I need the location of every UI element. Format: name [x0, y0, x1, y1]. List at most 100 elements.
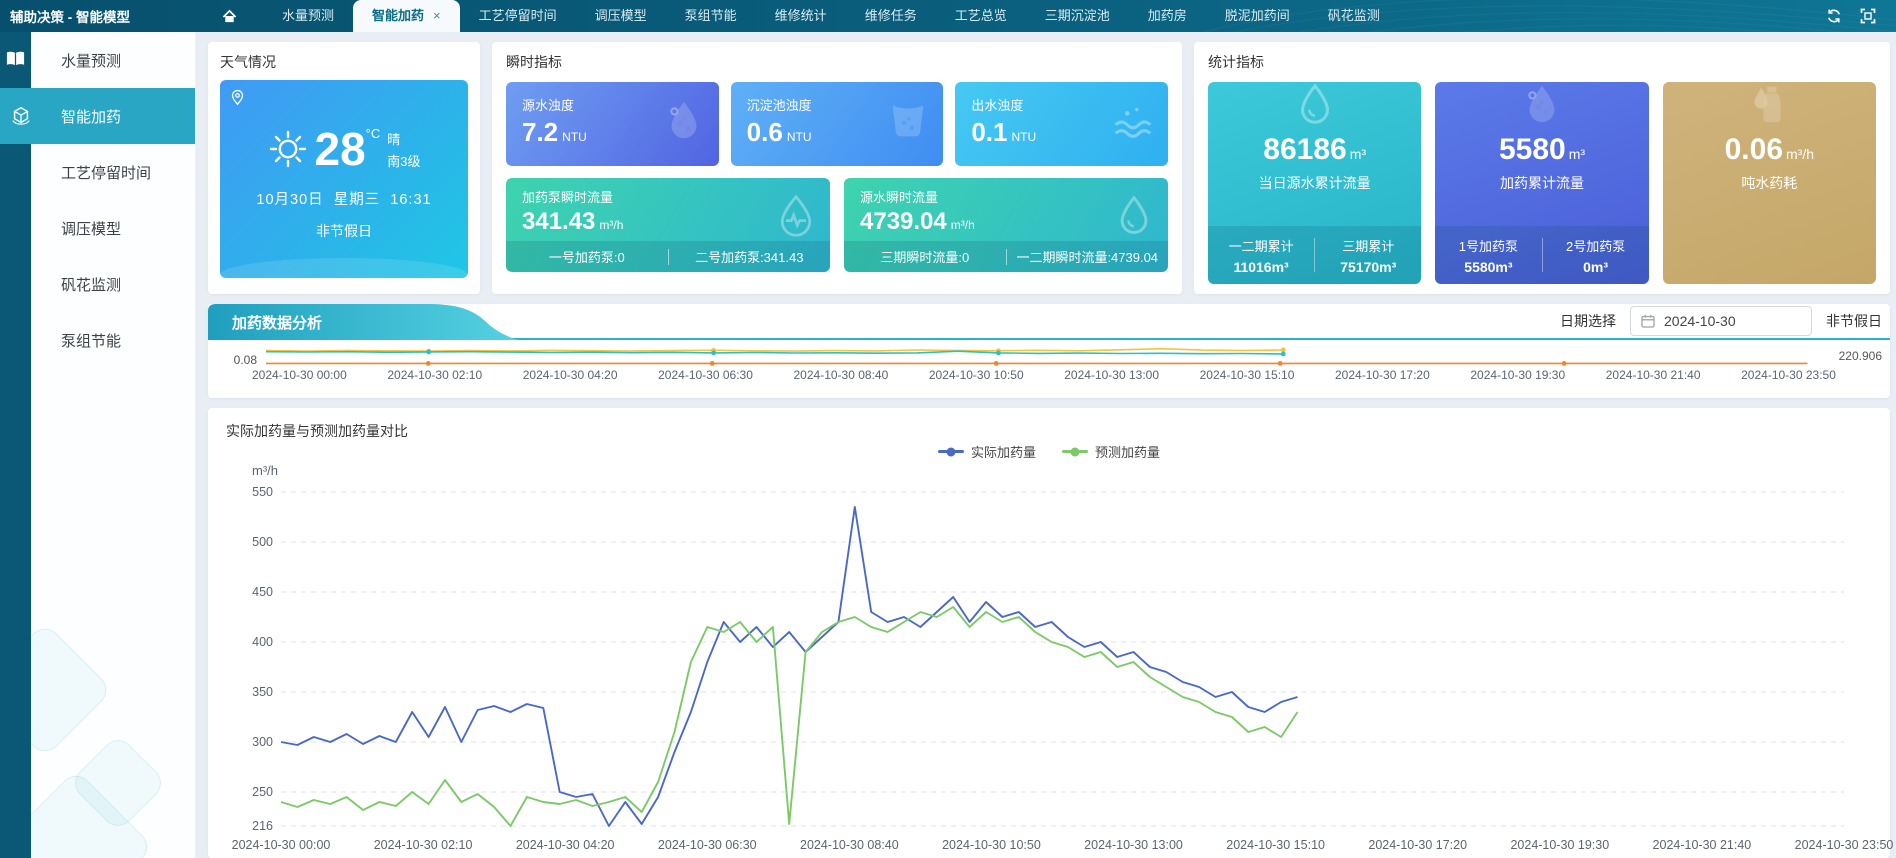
tab-维修统计[interactable]: 维修统计: [756, 0, 846, 32]
tab-调压模型[interactable]: 调压模型: [576, 0, 666, 32]
tab-label: 调压模型: [595, 8, 647, 23]
footer-right: 一二期瞬时流量:4739.04: [1007, 247, 1169, 266]
spark-chart: [262, 343, 1837, 367]
active-module-pill[interactable]: [0, 88, 42, 144]
stat-footer-col: 1号加药泵5580m³: [1435, 236, 1541, 275]
tab-工艺总览[interactable]: 工艺总览: [936, 0, 1026, 32]
flow-card-footer: 一号加药泵:0二号加药泵:341.43: [506, 241, 830, 272]
unit: m³/h: [951, 218, 975, 232]
pump-droplet-icon: [774, 194, 818, 243]
legend-item-实际加药量[interactable]: 实际加药量: [938, 442, 1036, 461]
sidebar-item-智能加药[interactable]: 智能加药: [31, 88, 195, 144]
sidebar-item-label: 智能加药: [61, 106, 121, 127]
footer-label: 2号加药泵: [1543, 236, 1649, 255]
comparison-x-tick: 2024-10-30 19:30: [1510, 838, 1609, 852]
weather-title: 天气情况: [220, 52, 468, 72]
home-button[interactable]: [196, 9, 263, 24]
flow-cards: 加药泵瞬时流量341.43m³/h一号加药泵:0二号加药泵:341.43源水瞬时…: [506, 178, 1168, 272]
tab-泵组节能[interactable]: 泵组节能: [666, 0, 756, 32]
comparison-x-tick: 2024-10-30 04:20: [516, 838, 615, 852]
stat-value: 0.06m³/h: [1663, 135, 1876, 165]
value: 86186: [1263, 133, 1346, 166]
svg-text:350: 350: [252, 685, 273, 699]
tab-三期沉淀池[interactable]: 三期沉淀池: [1026, 0, 1129, 32]
sidebar-item-工艺停留时间[interactable]: 工艺停留时间: [31, 144, 195, 200]
svg-text:300: 300: [252, 735, 273, 749]
tab-维修任务[interactable]: 维修任务: [846, 0, 936, 32]
unit: m³: [1350, 146, 1366, 162]
holiday-flag: 非节假日: [220, 221, 468, 241]
location-pin-icon: [230, 89, 245, 106]
book-icon[interactable]: [5, 50, 26, 68]
tab-close-icon[interactable]: ×: [433, 0, 441, 32]
sidebar-item-label: 工艺停留时间: [61, 162, 151, 183]
tab-label: 泵组节能: [685, 8, 737, 23]
tab-水量预测[interactable]: 水量预测: [263, 0, 353, 32]
tab-label: 维修统计: [775, 8, 827, 23]
svg-text:216: 216: [252, 819, 273, 833]
stat-value: 5580m³: [1435, 135, 1648, 165]
analysis-header: 加药数据分析 日期选择 2024-10-30 非节假日: [208, 304, 1890, 340]
sidebar-item-label: 调压模型: [61, 218, 121, 239]
sun-icon: [268, 129, 308, 169]
sidebar-item-调压模型[interactable]: 调压模型: [31, 200, 195, 256]
svg-text:500: 500: [252, 535, 273, 549]
legend-item-预测加药量[interactable]: 预测加药量: [1062, 442, 1160, 461]
flow-card-加药泵瞬时流量: 加药泵瞬时流量341.43m³/h一号加药泵:0二号加药泵:341.43: [506, 178, 830, 272]
footer-label: 一二期累计: [1208, 236, 1314, 255]
comparison-chart: 550500450400350300250216: [226, 480, 1872, 838]
spark-x-tick: 2024-10-30 10:50: [929, 368, 1024, 382]
sidebar-item-矾花监测[interactable]: 矾花监测: [31, 256, 195, 312]
comparison-x-tick: 2024-10-30 15:10: [1226, 838, 1325, 852]
stat-label: 当日源水累计流量: [1208, 173, 1421, 193]
turbidity-card-源水浊度: 源水浊度7.2NTU: [506, 82, 719, 166]
tab-label: 水量预测: [282, 8, 334, 23]
stat-label: 吨水药耗: [1663, 173, 1876, 193]
value: 0.06: [1725, 133, 1783, 166]
refresh-icon[interactable]: [1826, 8, 1842, 24]
comparison-chart-card: 实际加药量与预测加药量对比 实际加药量预测加药量 m³/h 5505004504…: [208, 408, 1890, 858]
home-icon: [222, 9, 237, 24]
tab-智能加药[interactable]: 智能加药×: [353, 0, 460, 32]
tab-矾花监测[interactable]: 矾花监测: [1309, 0, 1399, 32]
tab-工艺停留时间[interactable]: 工艺停留时间: [460, 0, 576, 32]
sidebar-menu: 水量预测智能加药工艺停留时间调压模型矾花监测泵组节能: [31, 32, 196, 858]
footer-value: 11016m³: [1208, 259, 1314, 275]
instant-title: 瞬时指标: [506, 52, 1168, 72]
sidebar-item-泵组节能[interactable]: 泵组节能: [31, 312, 195, 368]
value: 5580: [1499, 133, 1566, 166]
spark-right-value: 220.906: [1837, 349, 1886, 367]
date-value: 2024-10-30: [1664, 313, 1736, 329]
spark-x-tick: 2024-10-30 02:10: [387, 368, 482, 382]
footer-value: 75170m³: [1315, 259, 1421, 275]
tab-加药房[interactable]: 加药房: [1129, 0, 1206, 32]
footer-value: 0m³: [1543, 259, 1649, 275]
date-picker[interactable]: 2024-10-30: [1630, 306, 1812, 336]
sidebar-item-label: 矾花监测: [61, 274, 121, 295]
weather-panel: 28 °C 晴 南3级 10月30日 星期三 16:31 非节假日: [220, 80, 468, 278]
legend-label: 预测加药量: [1095, 442, 1160, 461]
stat-cards: 86186m³当日源水累计流量一二期累计11016m³三期累计75170m³55…: [1208, 82, 1876, 284]
fullscreen-icon[interactable]: [1860, 8, 1876, 24]
comparison-x-tick: 2024-10-30 10:50: [942, 838, 1041, 852]
unit: NTU: [562, 130, 587, 144]
dosing-analysis-card: 加药数据分析 日期选择 2024-10-30 非节假日: [208, 304, 1890, 398]
legend-marker: [1062, 450, 1088, 453]
spark-x-tick: 2024-10-30 15:10: [1200, 368, 1295, 382]
svg-text:400: 400: [252, 635, 273, 649]
unit: m³/h: [599, 218, 623, 232]
unit: NTU: [1012, 130, 1037, 144]
sidebar-item-水量预测[interactable]: 水量预测: [31, 32, 195, 88]
stat-label: 加药累计流量: [1435, 173, 1648, 193]
turbidity-card-出水浊度: 出水浊度0.1NTU: [955, 82, 1168, 166]
temperature-value: 28: [315, 126, 366, 172]
spark-x-tick: 2024-10-30 21:40: [1606, 368, 1701, 382]
spark-x-axis: 2024-10-30 00:002024-10-30 02:102024-10-…: [208, 367, 1890, 382]
svg-text:450: 450: [252, 585, 273, 599]
tab-label: 三期沉淀池: [1045, 8, 1110, 23]
value: 341.43: [522, 208, 595, 235]
tab-脱泥加药间[interactable]: 脱泥加药间: [1206, 0, 1309, 32]
spark-x-tick: 2024-10-30 08:40: [794, 368, 889, 382]
statistics-card: 统计指标 86186m³当日源水累计流量一二期累计11016m³三期累计7517…: [1194, 42, 1890, 294]
footer-value: 5580m³: [1435, 259, 1541, 275]
